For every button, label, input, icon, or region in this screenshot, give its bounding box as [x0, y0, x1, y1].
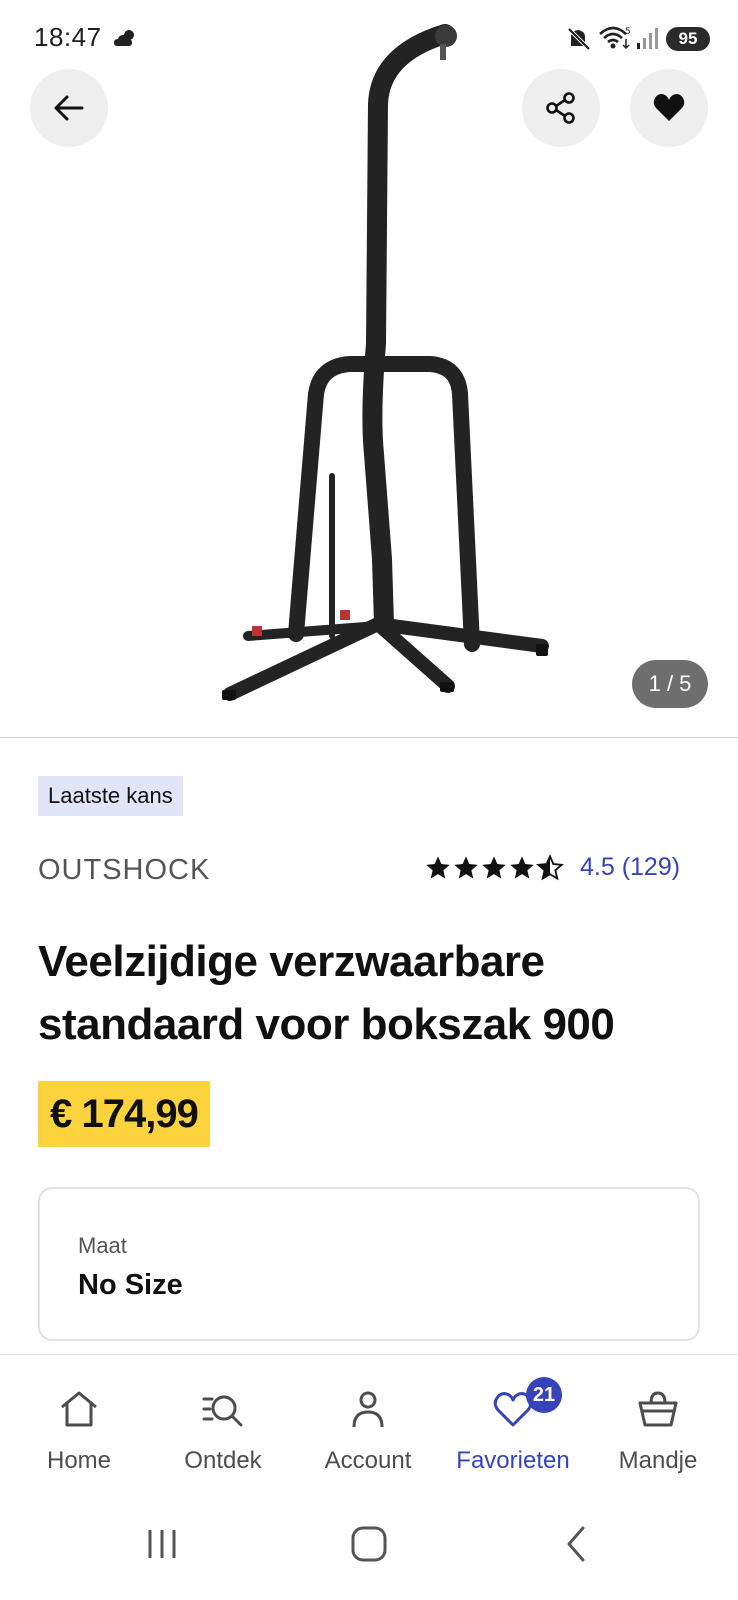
svg-text:5: 5 — [625, 27, 631, 37]
nav-item-mandje[interactable]: Mandje — [588, 1355, 728, 1485]
mute-icon — [567, 27, 591, 51]
account-icon — [352, 1391, 384, 1428]
image-counter: 1 / 5 — [632, 660, 708, 708]
star-full-icon — [482, 855, 506, 878]
basket-icon — [638, 1391, 678, 1427]
arrow-left-icon — [54, 95, 84, 121]
rating-stars — [424, 853, 564, 882]
weather-cloud-icon — [114, 30, 134, 46]
home-button-icon[interactable] — [347, 1522, 391, 1566]
nav-label-home: Home — [46, 1447, 112, 1474]
product-title: Veelzijdige verzwaarbare standaard voor … — [38, 937, 615, 1049]
nav-item-favorieten[interactable]: 21 Favorieten — [443, 1355, 583, 1485]
battery-indicator: 95 — [666, 27, 710, 51]
nav-label-favorieten: Favorieten — [456, 1447, 570, 1474]
status-bar: 18:47 5 95 — [0, 0, 738, 78]
heart-filled-icon — [653, 94, 685, 121]
favorite-button[interactable] — [630, 69, 708, 147]
product-gallery[interactable]: 1 / 5 — [0, 0, 738, 737]
size-label: Maat — [78, 1233, 127, 1258]
nav-label-ontdek: Ontdek — [184, 1447, 262, 1474]
brand-name[interactable]: OUTSHOCK — [38, 854, 210, 887]
nav-label-mandje: Mandje — [618, 1447, 698, 1474]
hero-divider — [0, 737, 738, 738]
recent-apps-icon[interactable] — [140, 1522, 184, 1566]
price: € 174,99 — [38, 1081, 210, 1147]
favorites-count-badge: 21 — [526, 1377, 562, 1413]
share-icon — [546, 92, 575, 124]
nav-item-account[interactable]: Account — [298, 1355, 438, 1485]
nav-item-home[interactable]: Home — [9, 1355, 149, 1485]
system-nav-bar — [0, 1500, 738, 1600]
size-selector[interactable]: Maat No Size — [38, 1187, 700, 1341]
nav-label-account: Account — [324, 1447, 412, 1474]
rating-summary[interactable]: 4.5 (129) — [580, 853, 680, 882]
home-icon — [61, 1391, 97, 1427]
back-button[interactable] — [30, 69, 108, 147]
share-button[interactable] — [522, 69, 600, 147]
bottom-nav: Home Ontdek Account 21 Favorieten Mandje — [0, 1355, 738, 1485]
last-chance-badge: Laatste kans — [38, 776, 183, 816]
status-time: 18:47 — [34, 22, 102, 52]
discover-icon — [202, 1395, 243, 1427]
star-full-icon — [510, 855, 534, 878]
star-half-icon — [536, 853, 564, 880]
size-value: No Size — [78, 1269, 183, 1301]
star-full-icon — [426, 855, 450, 878]
signal-icon — [637, 28, 658, 49]
rating[interactable]: 4.5 (129) — [424, 853, 680, 882]
system-back-icon[interactable] — [555, 1522, 599, 1566]
nav-item-ontdek[interactable]: Ontdek — [153, 1355, 293, 1485]
wifi-icon: 5 — [599, 26, 631, 50]
star-full-icon — [454, 855, 478, 878]
